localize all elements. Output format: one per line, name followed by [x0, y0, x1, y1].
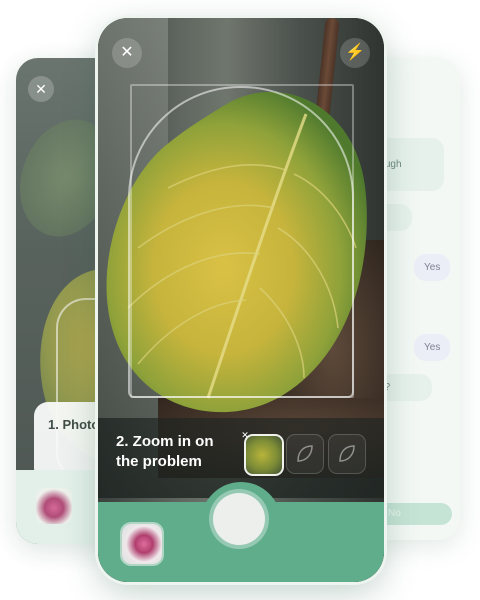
camera-screen: ✕ ⚡ 2. Zoom in on the problem ✕: [98, 18, 384, 582]
photo-slot-empty[interactable]: [328, 434, 366, 474]
leaf-shape-icon: [339, 445, 355, 462]
flash-icon[interactable]: ⚡: [340, 38, 370, 68]
gallery-thumbnail[interactable]: [122, 524, 162, 564]
close-icon[interactable]: ✕: [112, 38, 142, 68]
photo-slot-empty[interactable]: [286, 434, 324, 474]
capture-guide-arch: [128, 86, 354, 398]
shutter-button[interactable]: [213, 493, 265, 545]
instruction-text: 2. Zoom in on the problem: [116, 433, 214, 470]
leaf-shape-icon: [297, 445, 313, 462]
chat-message: Yes: [414, 254, 451, 281]
photo-slot-selected[interactable]: ✕: [241, 430, 284, 476]
close-icon[interactable]: ✕: [28, 76, 54, 102]
chat-message: Yes: [414, 334, 451, 361]
remove-photo-icon[interactable]: ✕: [240, 430, 250, 440]
gallery-thumbnail[interactable]: [36, 488, 72, 524]
